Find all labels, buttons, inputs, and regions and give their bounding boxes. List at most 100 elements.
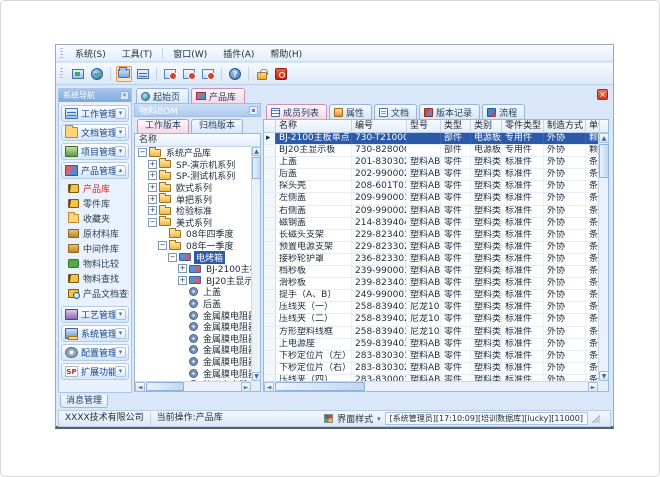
expand-icon[interactable]: + [148,183,157,192]
table-row[interactable]: 压线夹（一）258-839401-00X尼龙1010零件塑料类标准件外协条 [264,302,598,314]
expand-icon[interactable]: + [148,160,157,169]
tree-node[interactable]: +单把系列 [135,193,251,205]
sidebar-item-中间件库[interactable]: 中间件库 [61,241,129,256]
help-button[interactable] [227,66,243,82]
tree-node[interactable]: +SP-测试机系列 [135,170,251,182]
chevron-up-icon[interactable]: ▴ [115,165,126,176]
tree-node[interactable]: 金属膜电阻器 [135,356,251,368]
tab-属性[interactable]: 属性 [329,104,372,119]
table-vertical-scrollbar[interactable]: ▲ ▼ [598,133,608,381]
sidebar-section-工艺管理[interactable]: 工艺管理▾ [61,306,129,323]
library-folder-button[interactable] [116,66,132,82]
column-header-零件类型[interactable]: 零件类型 [502,120,544,132]
chevron-down-icon[interactable]: ▾ [115,347,126,358]
report-new-button[interactable] [162,66,178,82]
tree-vertical-scrollbar[interactable]: ▲ ▼ [251,147,260,381]
menu-item[interactable]: 帮助(H) [262,46,310,61]
table-row[interactable]: 长磁头支架229-823401-00X塑料ABS零件塑料类标准件外协条 [264,230,598,242]
menu-item[interactable]: 插件(A) [215,46,262,61]
tree-node[interactable]: 上盖 [135,286,251,298]
sidebar-item-产品文档查找[interactable]: 产品文档查找 [61,286,129,301]
table-hscroll-thumb[interactable] [275,382,365,391]
table-row[interactable]: 磁钢盖214-839404-01X塑料ABS零件塑料类标准件外协条 [264,218,598,230]
table-row[interactable]: 后盖202-990002-01X塑料ABS零件塑料类标准件外协条 [264,169,598,181]
chevron-down-icon[interactable]: ▾ [377,415,381,423]
column-header-类型[interactable]: 类型 [441,120,471,132]
report-close-button[interactable] [200,66,216,82]
table-row[interactable]: 提手（A、B）249-990001-01X塑料ABS零件塑料类标准件外协条 [264,290,598,302]
interface-style-selector[interactable]: 界面样式 [337,412,373,425]
sidebar-section-扩展功能[interactable]: SP扩展功能▾ [61,363,129,380]
table-row[interactable]: 接秒轮护罩236-823301-00X塑料ABS零件塑料类标准件外协条 [264,254,598,266]
chevron-down-icon[interactable]: ▾ [115,309,126,320]
tree-node[interactable]: 金属膜电阻器 [135,333,251,345]
collapse-icon[interactable]: − [168,253,177,262]
tree-node[interactable]: 金属膜电阻器 [135,321,251,333]
collapse-icon[interactable]: − [148,218,157,227]
resize-grip[interactable] [592,415,600,423]
tab-流程[interactable]: 流程 [482,104,525,119]
collapse-icon[interactable]: − [138,148,147,157]
close-document-button[interactable]: × [597,89,608,100]
tree-node[interactable]: −美式系列 [135,217,251,229]
chevron-down-icon[interactable]: ▾ [115,108,126,119]
tab-成员列表[interactable]: 成员列表 [266,104,327,119]
tree-node[interactable]: −电烤箱 [135,251,251,263]
menu-item[interactable]: 系统(S) [67,46,114,61]
table-row[interactable]: 压线夹（二）258-839402-00X尼龙1010零件塑料类标准件外协条 [264,314,598,326]
globe-button[interactable] [89,66,105,82]
table-row[interactable]: 右侧盖209-990002-01X塑料ABS零件塑料类标准件外协条 [264,206,598,218]
message-panel-tab[interactable]: 消息管理 [60,395,108,408]
tree-scroll-thumb[interactable] [252,157,261,179]
table-row[interactable]: 下秒定位片（右）283-830302-00X塑料ABS零件塑料类标准件外协条 [264,363,598,375]
table-row[interactable]: 滑秒板239-823401-01X塑料ABS零件塑料类标准件外协条 [264,278,598,290]
sidebar-section-配置管理[interactable]: 配置管理▾ [61,344,129,361]
pin-icon[interactable] [249,106,258,115]
sidebar-item-物料查找[interactable]: 物料查找 [61,271,129,286]
tree-node[interactable]: +SP-演示机系列 [135,159,251,171]
scroll-up-icon[interactable]: ▲ [599,133,609,143]
table-row[interactable]: 上电源座259-839403-00X塑料ABS零件塑料类标准件外协条 [264,339,598,351]
column-header-类别[interactable]: 类别 [471,120,502,132]
chevron-down-icon[interactable]: ▾ [115,366,126,377]
table-row[interactable]: 左侧盖209-990001-01X塑料ABS零件塑料类标准件外协条 [264,193,598,205]
scroll-left-icon[interactable]: ◄ [264,382,274,392]
document-tab-home[interactable]: 起始页 [136,88,189,103]
scroll-down-icon[interactable]: ▼ [252,372,261,381]
table-row[interactable]: 方形塑料线框258-839403-00X尼龙1010零件塑料类标准件外协条 [264,327,598,339]
sidebar-item-原材料库[interactable]: 原材料库 [61,226,129,241]
table-row[interactable]: BJ20主显示板730-828000-04X部件电源板专用件外协颗 [264,145,598,157]
tree-node[interactable]: 金属膜电阻器 [135,344,251,356]
expand-icon[interactable]: + [178,264,187,273]
sidebar-section-文档管理[interactable]: 文档管理▾ [61,124,129,141]
tree-node[interactable]: 08年四季度 [135,228,251,240]
table-horizontal-scrollbar[interactable]: ◄ ► [264,381,598,391]
sidebar-section-项目管理[interactable]: 项目管理▾ [61,143,129,160]
scroll-right-icon[interactable]: ► [241,382,251,392]
table-row[interactable]: 下秒定位片（左）283-830301-00X塑料ABS零件塑料类标准件外协条 [264,351,598,363]
column-header-制造方式[interactable]: 制造方式 [544,120,586,132]
sidebar-item-物料比较[interactable]: 物料比较 [61,256,129,271]
tree-column-header[interactable]: 名称 [135,134,260,147]
tab-工作版本[interactable]: 工作版本 [137,119,189,133]
scroll-right-icon[interactable]: ► [588,382,598,392]
tree-node[interactable]: 金属膜电阻器 [135,367,251,379]
menu-item[interactable]: 工具(T) [114,46,161,61]
sidebar-item-产品库[interactable]: 产品库 [61,181,129,196]
table-row[interactable]: ▸BJ-2100主板单点730-T21000-12X部件电源板专用件外协颗 [264,133,598,145]
sidebar-item-零件库[interactable]: 零件库 [61,196,129,211]
expand-icon[interactable]: + [148,171,157,180]
window-grid-button[interactable] [135,66,151,82]
menu-item[interactable]: 窗口(W) [165,46,215,61]
chevron-down-icon[interactable]: ▾ [115,127,126,138]
table-row[interactable]: 探头壳208-601T01-01X塑料ABS零件塑料类标准件外协条 [264,181,598,193]
tree-horizontal-scrollbar[interactable]: ◄ ► [135,381,251,391]
collapse-icon[interactable]: − [158,241,167,250]
table-scroll-thumb[interactable] [599,144,609,178]
scroll-left-icon[interactable]: ◄ [135,382,145,392]
expand-icon[interactable]: + [148,195,157,204]
toolbar-grip[interactable] [60,68,63,79]
expand-icon[interactable]: + [148,206,157,215]
column-header-型号[interactable]: 型号 [407,120,441,132]
tree-hscroll-thumb[interactable] [146,382,184,391]
